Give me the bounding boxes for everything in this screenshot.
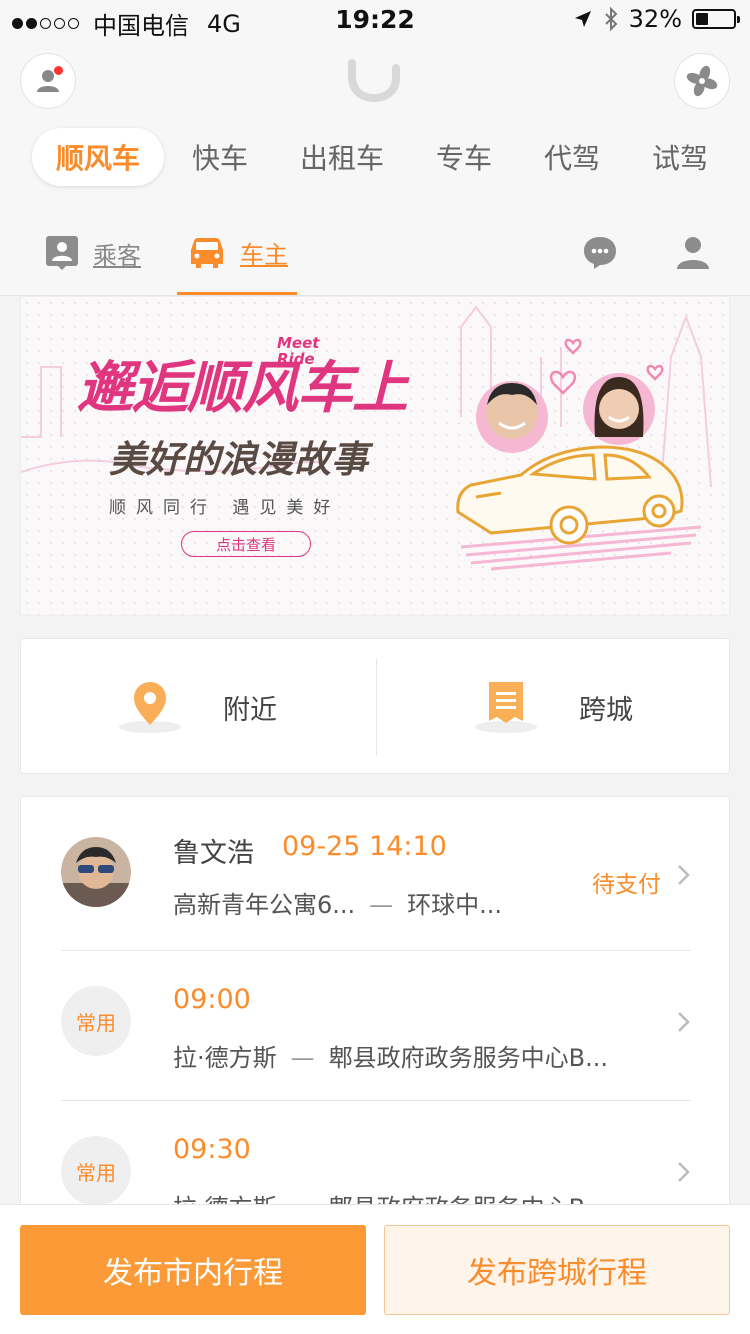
- promo-banner[interactable]: Meet Ride 邂逅顺风车上 美好的浪漫故事 顺风同行 遇见美好 点击查看: [20, 296, 730, 616]
- tab-test-drive[interactable]: 试驾: [640, 128, 720, 186]
- tab-hitch[interactable]: 顺风车: [32, 128, 164, 186]
- bluetooth-icon: [604, 7, 618, 31]
- banner-cta-button[interactable]: 点击查看: [181, 531, 311, 557]
- chevron-right-icon: [677, 863, 691, 893]
- battery-percent: 32%: [628, 5, 682, 33]
- trip-route: 高新青年公寓6... — 环球中...: [173, 891, 503, 919]
- tab-passenger[interactable]: 乘客: [45, 235, 141, 271]
- status-bar: 中国电信 4G 19:22 32%: [0, 0, 750, 40]
- car-icon: [191, 237, 223, 268]
- ticket-icon: [475, 682, 537, 733]
- trip-time: 09-25 14:10: [282, 831, 447, 862]
- nearby-option[interactable]: 附近: [117, 639, 277, 775]
- mode-divider: [376, 659, 377, 755]
- service-tabs: 顺风车 快车 出租车 专车 代驾 试驾: [0, 128, 750, 188]
- common-route-badge: 常用: [61, 1136, 131, 1206]
- didi-logo-icon: [348, 59, 400, 102]
- chevron-right-icon: [677, 1010, 691, 1040]
- list-item[interactable]: 鲁文浩 09-25 14:10 高新青年公寓6... — 环球中... 待支付: [21, 797, 729, 947]
- app-header: 顺风车 快车 出租车 专车 代驾 试驾 乘客 车主: [0, 40, 750, 296]
- battery-icon: [692, 9, 740, 29]
- passenger-icon: [46, 236, 78, 270]
- tab-passenger-label: 乘客: [93, 241, 141, 270]
- passenger-name: 鲁文浩: [173, 838, 254, 869]
- banner-title: 邂逅顺风车上: [77, 355, 408, 421]
- nearby-label: 附近: [223, 694, 277, 726]
- avatar: [61, 837, 131, 907]
- location-pin-icon: [119, 682, 181, 733]
- chevron-right-icon: [677, 1160, 691, 1190]
- tab-taxi[interactable]: 出租车: [290, 128, 394, 186]
- user-center-button[interactable]: [20, 53, 76, 109]
- location-arrow-icon: [574, 11, 591, 27]
- list-item[interactable]: 常用 09:00 拉·德方斯 — 郫县政府政务服务中心B...: [21, 950, 729, 1100]
- trip-time: 09:30: [173, 1134, 251, 1165]
- intercity-option[interactable]: 跨城: [473, 639, 633, 775]
- tab-chauffeur[interactable]: 代驾: [532, 128, 612, 186]
- bottom-action-bar: 发布市内行程 发布跨城行程: [0, 1204, 750, 1334]
- route-from: 高新青年公寓6...: [173, 891, 356, 919]
- role-tabs: 乘客 车主: [0, 225, 750, 296]
- tab-driver[interactable]: 车主: [188, 235, 288, 270]
- route-to: 环球中...: [407, 891, 503, 919]
- settings-button[interactable]: [674, 53, 730, 109]
- trip-list: 鲁文浩 09-25 14:10 高新青年公寓6... — 环球中... 待支付 常用…: [20, 796, 730, 1216]
- route-to: 郫县政府政务服务中心B...: [328, 1044, 608, 1072]
- tab-express[interactable]: 快车: [180, 128, 260, 186]
- fan-icon: [686, 65, 718, 97]
- ride-mode-card: 附近 跨城: [20, 638, 730, 774]
- status-badge: 待支付: [592, 872, 661, 898]
- banner-tagline: 顺风同行 遇见美好: [109, 498, 341, 518]
- route-from: 拉·德方斯: [173, 1044, 277, 1072]
- banner-subtitle: 美好的浪漫故事: [109, 437, 368, 481]
- status-right: 32%: [573, 5, 740, 33]
- common-route-badge: 常用: [61, 986, 131, 1056]
- profile-icon[interactable]: [675, 235, 711, 271]
- publish-intercity-trip-button[interactable]: 发布跨城行程: [384, 1225, 730, 1315]
- intercity-label: 跨城: [579, 694, 633, 726]
- list-item[interactable]: 常用 09:30 拉·德方斯—郫县政府政务服务中心B...: [21, 1100, 729, 1215]
- chat-icon[interactable]: [582, 235, 618, 271]
- notification-dot: [54, 66, 63, 75]
- tab-premier[interactable]: 专车: [424, 128, 504, 186]
- publish-city-trip-button[interactable]: 发布市内行程: [20, 1225, 366, 1315]
- tab-driver-label: 车主: [240, 241, 288, 269]
- trip-time: 09:00: [173, 984, 251, 1015]
- trip-route: 拉·德方斯—郫县政府政务服务中心B...: [173, 1044, 608, 1072]
